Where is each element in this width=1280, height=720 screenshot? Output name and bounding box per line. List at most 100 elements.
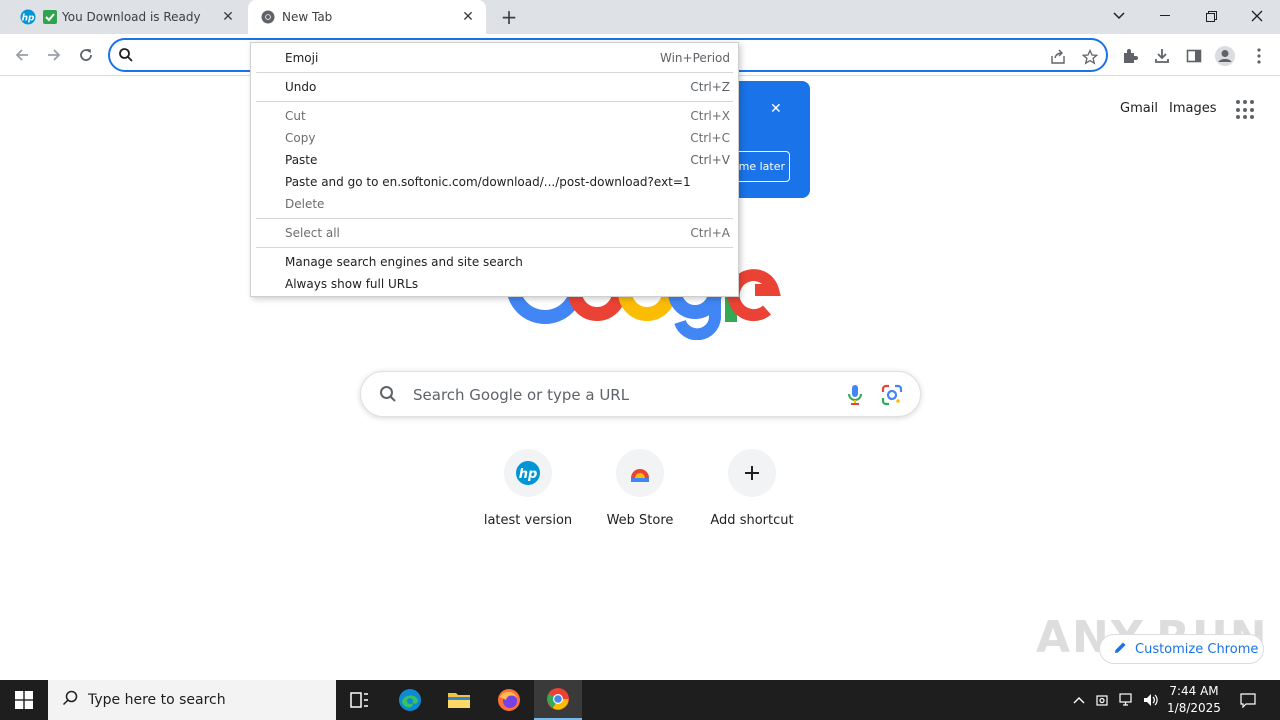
network-icon[interactable]: [1116, 680, 1138, 720]
file-explorer-icon[interactable]: [435, 680, 483, 720]
download-icon[interactable]: [1151, 45, 1173, 67]
menu-item-label: Select all: [285, 226, 340, 240]
menu-item-label: Manage search engines and site search: [285, 255, 523, 269]
tray-chevron-up-icon[interactable]: [1068, 680, 1090, 720]
menu-item-shortcut: Ctrl+Z: [690, 80, 730, 94]
search-icon: [62, 690, 78, 710]
menu-item-shortcut: Ctrl+C: [690, 131, 730, 145]
firefox-icon[interactable]: [485, 680, 533, 720]
clock-date: 1/8/2025: [1167, 701, 1221, 715]
tab-download-ready[interactable]: hp You Download is Ready ✕: [8, 0, 246, 34]
forward-button[interactable]: [40, 41, 68, 69]
taskbar-search-placeholder: Type here to search: [88, 692, 226, 708]
clock-time: 7:44 AM: [1169, 684, 1219, 698]
reload-button[interactable]: [72, 41, 100, 69]
menu-item-manage-search-engines[interactable]: Manage search engines and site search: [251, 251, 738, 273]
shortcut-latest-version[interactable]: hp latest version: [472, 449, 584, 528]
new-tab-button[interactable]: +: [498, 5, 520, 29]
menu-item-label: Paste and go to en.softonic.com/download…: [285, 175, 691, 189]
menu-item-label: Delete: [285, 197, 325, 211]
close-promo-icon[interactable]: ✕: [770, 101, 782, 117]
menu-item-label: Undo: [285, 80, 317, 94]
windows-taskbar: Type here to search 7:44 AM 1/8/2025: [0, 680, 1280, 720]
shortcut-label: latest version: [483, 513, 573, 528]
close-window-button[interactable]: [1234, 0, 1280, 32]
windows-logo-icon: [15, 691, 33, 709]
menu-item-label: Paste: [285, 153, 318, 167]
customize-label: Customize Chrome: [1135, 641, 1259, 657]
promo-later-button[interactable]: me later: [730, 151, 790, 182]
tab-strip: hp You Download is Ready ✕ New Tab ✕ +: [0, 0, 1280, 34]
taskbar-clock[interactable]: 7:44 AM 1/8/2025: [1160, 683, 1228, 717]
menu-item-shortcut: Ctrl+X: [690, 109, 730, 123]
minimize-button[interactable]: [1142, 0, 1188, 32]
restore-button[interactable]: [1188, 0, 1234, 32]
tab-new-tab[interactable]: New Tab ✕: [248, 0, 486, 34]
pencil-icon: [1114, 641, 1127, 658]
volume-icon[interactable]: [1140, 680, 1162, 720]
svg-text:hp: hp: [519, 467, 538, 482]
search-icon: [118, 47, 134, 67]
share-icon[interactable]: [1048, 47, 1068, 67]
shortcut-label: Add shortcut: [710, 513, 794, 528]
menu-separator: [256, 218, 733, 219]
start-button[interactable]: [0, 680, 48, 720]
taskbar-search-box[interactable]: Type here to search: [48, 680, 336, 720]
hp-icon: hp: [504, 449, 552, 497]
search-icon: [379, 385, 397, 407]
menu-item-undo[interactable]: Undo Ctrl+Z: [251, 76, 738, 98]
menu-item-shortcut: Win+Period: [659, 51, 730, 65]
chrome-icon: [260, 9, 276, 25]
back-button[interactable]: [8, 41, 36, 69]
menu-item-label: Cut: [285, 109, 306, 123]
menu-item-copy[interactable]: Copy Ctrl+C: [251, 127, 738, 149]
customize-chrome-button[interactable]: Customize Chrome: [1099, 634, 1264, 664]
checkmark-icon: [42, 9, 58, 25]
menu-separator: [256, 72, 733, 73]
notifications-icon[interactable]: [1234, 680, 1262, 720]
images-link[interactable]: Images: [1169, 101, 1217, 116]
menu-item-label: Copy: [285, 131, 316, 145]
menu-item-select-all[interactable]: Select all Ctrl+A: [251, 222, 738, 244]
tab-search-icon[interactable]: [1096, 0, 1142, 32]
meet-now-icon[interactable]: [1093, 680, 1113, 720]
side-panel-icon[interactable]: [1183, 45, 1205, 67]
menu-item-label: Emoji: [285, 51, 319, 65]
menu-item-paste[interactable]: Paste Ctrl+V: [251, 149, 738, 171]
shortcut-label: Web Store: [606, 513, 674, 528]
menu-item-label: Always show full URLs: [285, 277, 419, 291]
close-tab-icon[interactable]: ✕: [458, 7, 478, 27]
menu-item-delete[interactable]: Delete: [251, 193, 738, 215]
gmail-link[interactable]: Gmail: [1120, 101, 1158, 116]
more-menu-icon[interactable]: [1248, 45, 1270, 67]
google-apps-icon[interactable]: [1236, 100, 1256, 120]
task-view-icon[interactable]: [336, 680, 384, 720]
tab-title: New Tab: [282, 10, 333, 24]
menu-item-shortcut: Ctrl+A: [690, 226, 730, 240]
chrome-taskbar-icon[interactable]: [534, 680, 582, 720]
search-placeholder: Search Google or type a URL: [413, 386, 630, 404]
extensions-puzzle-icon[interactable]: [1119, 45, 1141, 67]
close-tab-icon[interactable]: ✕: [218, 7, 238, 27]
menu-separator: [256, 101, 733, 102]
menu-item-shortcut: Ctrl+V: [690, 153, 730, 167]
menu-item-always-show-full-urls[interactable]: Always show full URLs: [251, 273, 738, 295]
shortcut-web-store[interactable]: Web Store: [584, 449, 696, 528]
bookmark-star-icon[interactable]: [1080, 47, 1100, 67]
menu-item-cut[interactable]: Cut Ctrl+X: [251, 105, 738, 127]
webstore-icon: [616, 449, 664, 497]
context-menu: Emoji Win+Period Undo Ctrl+Z Cut Ctrl+X …: [250, 42, 739, 297]
shortcut-add[interactable]: Add shortcut: [696, 449, 808, 528]
voice-search-mic-icon[interactable]: [845, 384, 865, 410]
edge-icon[interactable]: [386, 680, 434, 720]
profile-avatar-icon[interactable]: [1214, 45, 1236, 67]
hp-icon: hp: [20, 9, 36, 25]
svg-text:hp: hp: [22, 14, 35, 24]
google-lens-icon[interactable]: [881, 384, 903, 410]
plus-icon: [728, 449, 776, 497]
google-search-box[interactable]: Search Google or type a URL: [360, 371, 921, 417]
menu-separator: [256, 247, 733, 248]
menu-item-paste-and-go[interactable]: Paste and go to en.softonic.com/download…: [251, 171, 738, 193]
menu-item-emoji[interactable]: Emoji Win+Period: [251, 47, 738, 69]
tab-title: You Download is Ready: [62, 10, 201, 24]
